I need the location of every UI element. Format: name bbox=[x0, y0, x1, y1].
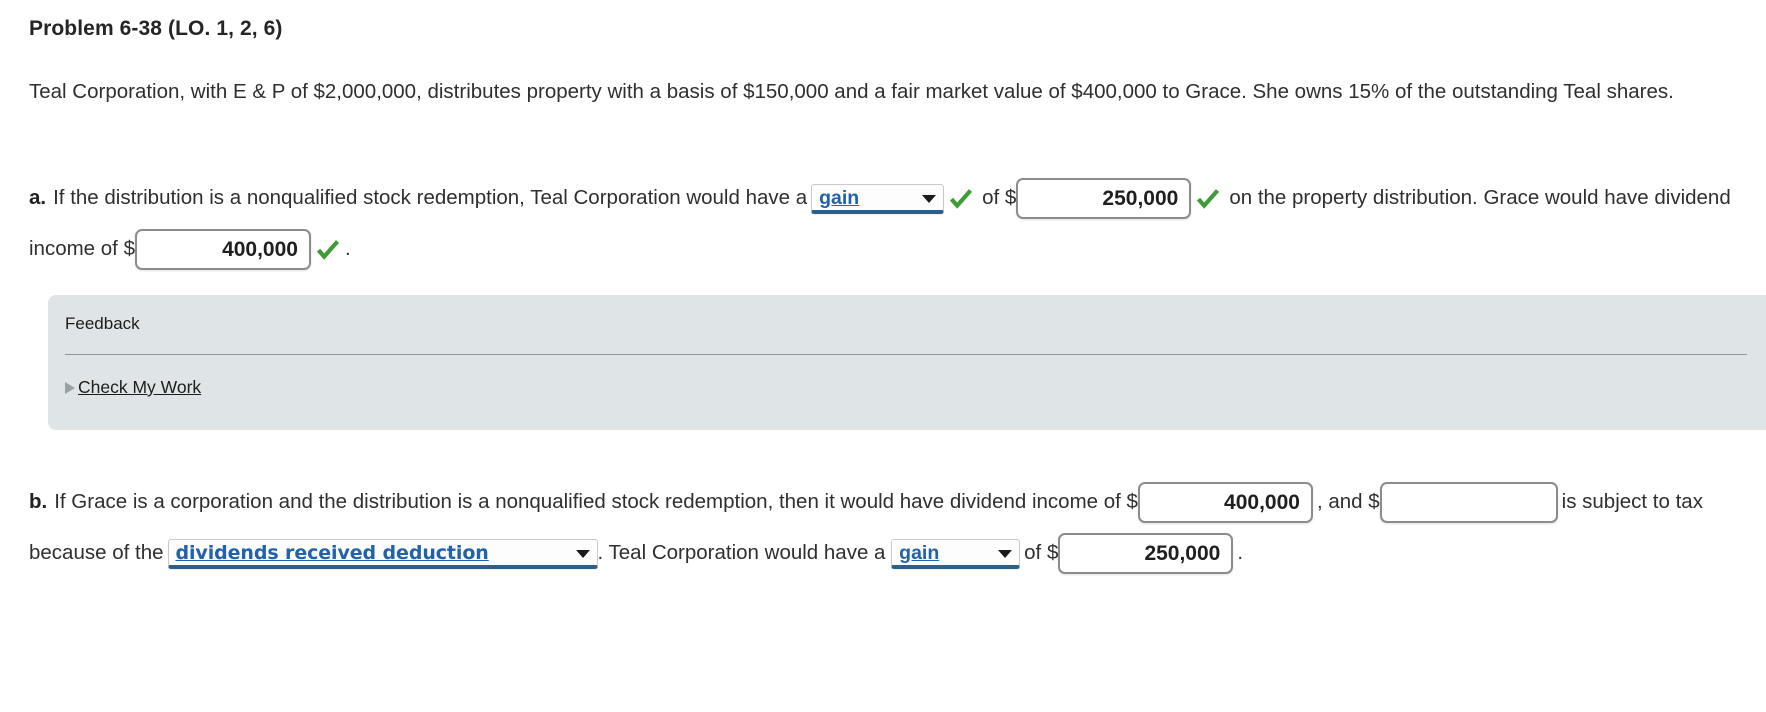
check-my-work-row[interactable]: Check My Work bbox=[65, 377, 1766, 398]
part-b-label: b. bbox=[29, 490, 48, 513]
part-b-text-1: If Grace is a corporation and the distri… bbox=[54, 490, 1121, 513]
part-a-gain-amount-input[interactable]: 250,000 bbox=[1016, 178, 1192, 220]
part-a-amount-check-icon bbox=[1195, 186, 1221, 212]
part-a-label: a. bbox=[29, 186, 47, 209]
feedback-divider bbox=[65, 354, 1747, 355]
part-a-dividend-income-input[interactable]: 400,000 bbox=[134, 229, 311, 271]
part-b-deduction-select[interactable]: dividends received deduction bbox=[167, 538, 598, 569]
chevron-down-icon bbox=[998, 550, 1013, 559]
part-a-gain-check-icon bbox=[948, 186, 974, 212]
part-b: b. If Grace is a corporation and the dist… bbox=[29, 476, 1759, 578]
part-a: a. If the distribution is a nonqualified … bbox=[29, 172, 1759, 274]
part-a-text-1: If the distribution is a nonqualified st… bbox=[53, 186, 808, 209]
problem-statement: Teal Corporation, with E & P of $2,000,0… bbox=[29, 80, 1674, 103]
part-b-dollar-1: $ bbox=[1126, 490, 1138, 513]
feedback-panel: Feedback Check My Work bbox=[48, 295, 1766, 430]
part-b-dividend-income-input[interactable]: 400,000 bbox=[1137, 482, 1313, 524]
part-b-taxable-amount-input[interactable] bbox=[1379, 482, 1558, 524]
problem-page: Problem 6-38 (LO. 1, 2, 6) Teal Corporat… bbox=[0, 0, 1766, 712]
part-b-text-4: . Teal Corporation would have a bbox=[597, 541, 886, 564]
triangle-right-icon bbox=[65, 381, 75, 394]
part-b-text-6: . bbox=[1237, 541, 1244, 564]
part-b-gain-amount-input[interactable]: 250,000 bbox=[1058, 533, 1234, 575]
part-a-gain-select-value: gain bbox=[819, 186, 860, 209]
check-my-work-link[interactable]: Check My Work bbox=[78, 377, 201, 398]
part-a-text-4: . bbox=[344, 237, 351, 260]
part-b-gain-select-value: gain bbox=[899, 541, 940, 564]
chevron-down-icon bbox=[922, 195, 937, 204]
part-b-gain-select[interactable]: gain bbox=[891, 538, 1021, 569]
part-b-text-5: of $ bbox=[1024, 541, 1059, 564]
part-a-gain-select[interactable]: gain bbox=[811, 183, 945, 214]
part-b-text-2: , and $ bbox=[1316, 490, 1380, 513]
page-title: Problem 6-38 (LO. 1, 2, 6) bbox=[29, 17, 283, 40]
part-b-deduction-select-value: dividends received deduction bbox=[175, 541, 489, 564]
part-a-text-2: of $ bbox=[982, 186, 1017, 209]
chevron-down-icon bbox=[575, 550, 590, 559]
part-a-dividend-check-icon bbox=[315, 237, 341, 263]
feedback-title: Feedback bbox=[65, 314, 140, 333]
